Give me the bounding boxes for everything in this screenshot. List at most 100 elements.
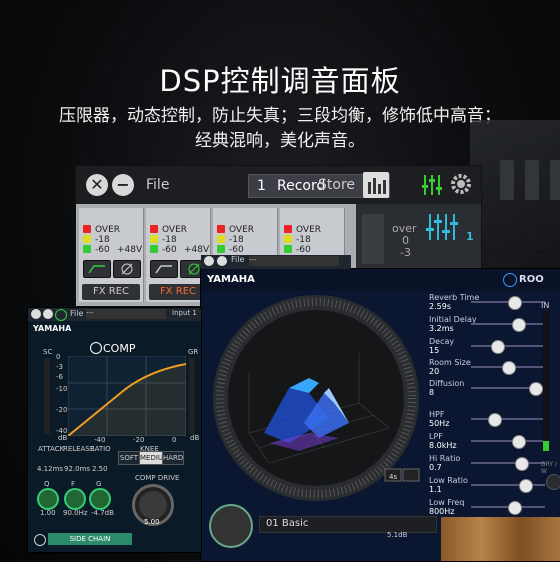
slider-knob[interactable]: [511, 318, 526, 332]
level-60: -60: [95, 245, 110, 255]
background-hardware: [470, 120, 560, 270]
reverb-param: Diffusion 8: [429, 379, 549, 397]
eq-icon[interactable]: [426, 212, 462, 246]
level-18: -18: [162, 235, 177, 245]
file-menu[interactable]: File: [231, 255, 244, 264]
slider-knob[interactable]: [511, 435, 526, 449]
g-knob[interactable]: [89, 488, 111, 510]
power-icon[interactable]: [55, 309, 67, 321]
q-knob[interactable]: [37, 488, 59, 510]
y-tick: 0: [56, 353, 61, 361]
x-tick: -40: [94, 436, 106, 444]
knee-medium[interactable]: MEDIUM: [139, 451, 169, 465]
sc-meter: [44, 358, 50, 434]
x-tick: -20: [133, 436, 145, 444]
minimize-icon[interactable]: [43, 309, 53, 319]
level-60: -60: [162, 245, 177, 255]
power-icon[interactable]: [90, 342, 102, 354]
slider-knob[interactable]: [518, 479, 533, 493]
time-readout[interactable]: 4s: [389, 473, 397, 481]
fx-rec-button[interactable]: FX REC: [149, 284, 207, 300]
slider-knob[interactable]: [501, 361, 516, 375]
slider-knob[interactable]: [488, 413, 502, 427]
slider-track[interactable]: [471, 440, 545, 442]
db-label: dB: [190, 434, 200, 442]
fx-rec-button[interactable]: FX REC: [82, 284, 140, 300]
in-label: IN: [541, 301, 550, 310]
reverb-param: HPF 50Hz: [429, 410, 549, 428]
level-18: -18: [229, 235, 244, 245]
wood-panel: [441, 517, 560, 561]
minimize-icon[interactable]: [217, 256, 227, 266]
file-menu[interactable]: File: [70, 309, 83, 318]
slider-track[interactable]: [471, 345, 545, 347]
output-fader[interactable]: [362, 214, 384, 264]
knee-hard[interactable]: HARD: [162, 451, 184, 465]
reverb-param: LPF 8.0kHz: [429, 432, 549, 450]
brand-label: ROO: [519, 274, 544, 285]
over-label: OVER: [95, 225, 121, 235]
preset-bar[interactable]: 01 Basic: [259, 516, 437, 533]
f-knob[interactable]: [64, 488, 86, 510]
channel-strip: OVER -18 -60 +48V FX REC: [79, 208, 144, 302]
reverb-param: Initial Delay 3.2ms: [429, 315, 549, 333]
power-icon[interactable]: [34, 534, 46, 546]
param-value: 8.0kHz: [429, 441, 457, 450]
level-18: -18: [95, 235, 110, 245]
slider-knob[interactable]: [528, 382, 543, 396]
reverb-header: YAMAHA ROO: [201, 269, 560, 291]
hpf-button[interactable]: [150, 260, 178, 278]
drive-value: 5.00: [144, 518, 160, 526]
preset-name: 01 Basic: [266, 518, 309, 529]
gear-icon[interactable]: [449, 172, 473, 200]
main-toolbar: ✕ − File 1 Record ▼ Store: [76, 166, 481, 204]
param-value: 3.2ms: [429, 324, 454, 333]
reverb-param: Hi Ratio 0.7: [429, 454, 549, 472]
phantom-label: +48V: [184, 245, 210, 255]
db-label: dB: [58, 434, 68, 442]
ratio-value[interactable]: 2.50: [92, 465, 108, 473]
knee-soft[interactable]: SOFT: [118, 451, 140, 465]
reverb-param: Decay 15: [429, 337, 549, 355]
close-icon[interactable]: ✕: [86, 174, 108, 196]
reverb-window: File --- YAMAHA ROO 4s Reverb Time 2.59s…: [200, 255, 560, 562]
store-button[interactable]: Store: [318, 177, 355, 193]
side-chain-button[interactable]: SIDE CHAIN: [48, 533, 132, 545]
gr-label: GR: [188, 348, 199, 356]
slider-track[interactable]: [471, 418, 545, 420]
hpf-button[interactable]: [83, 260, 111, 278]
preset-select[interactable]: ---: [249, 256, 339, 266]
input-select[interactable]: Input 1: [172, 309, 197, 317]
param-value: 0.7: [429, 463, 442, 472]
release-value[interactable]: 92.0ms: [64, 465, 90, 473]
preset-select[interactable]: ---: [86, 309, 166, 319]
minimize-icon[interactable]: −: [112, 174, 134, 196]
dry-wet-label: DRY / W: [541, 461, 557, 475]
gr-meter: [189, 358, 195, 434]
slider-track[interactable]: [471, 484, 545, 486]
over-label: OVER: [162, 225, 188, 235]
page-title: DSP控制调音面板: [159, 64, 401, 98]
reverb-param: Low Ratio 1.1: [429, 476, 549, 494]
yamaha-logo: YAMAHA: [207, 274, 255, 285]
param-value: 20: [429, 367, 440, 376]
phase-button[interactable]: [113, 260, 141, 278]
comp-title: COMP: [103, 342, 136, 355]
close-icon[interactable]: [204, 256, 214, 266]
file-menu[interactable]: File: [146, 177, 169, 193]
phantom-label: +48V: [117, 245, 143, 255]
comp-window: File --- Input 1 YAMAHA COMP SC GR dB dB…: [27, 307, 202, 553]
mixer-icon[interactable]: [421, 173, 443, 201]
slider-track[interactable]: [471, 323, 545, 325]
param-value: 800Hz: [429, 507, 455, 516]
reverb-small-header: File ---: [201, 255, 351, 269]
close-icon[interactable]: [31, 309, 41, 319]
output-knob[interactable]: [209, 504, 253, 548]
over-label: OVER: [296, 225, 322, 235]
slider-track[interactable]: [471, 462, 545, 464]
comp-header: File --- Input 1: [28, 308, 201, 321]
meter-icon[interactable]: [363, 172, 389, 198]
attack-value[interactable]: 4.12ms: [37, 465, 63, 473]
dry-wet-knob[interactable]: [546, 474, 560, 490]
y-tick: -3: [56, 363, 63, 371]
